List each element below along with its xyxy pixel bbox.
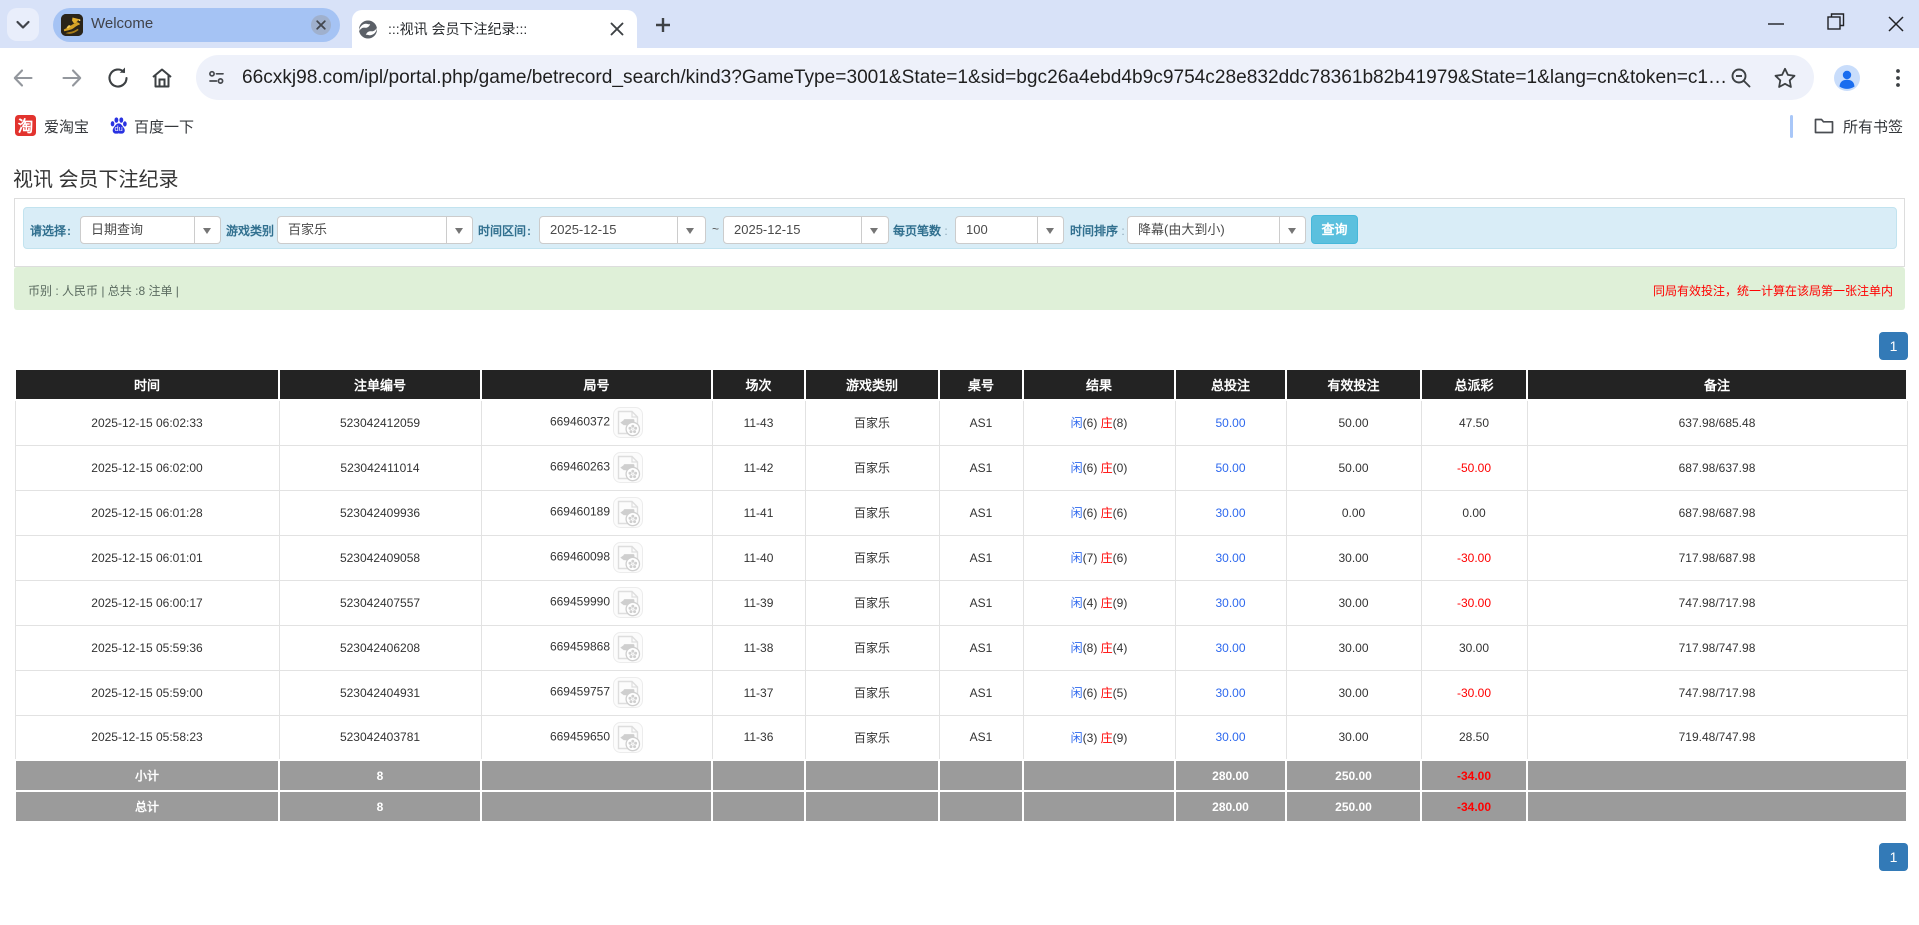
- svg-text:淘: 淘: [18, 116, 34, 135]
- svg-text:du: du: [115, 124, 123, 133]
